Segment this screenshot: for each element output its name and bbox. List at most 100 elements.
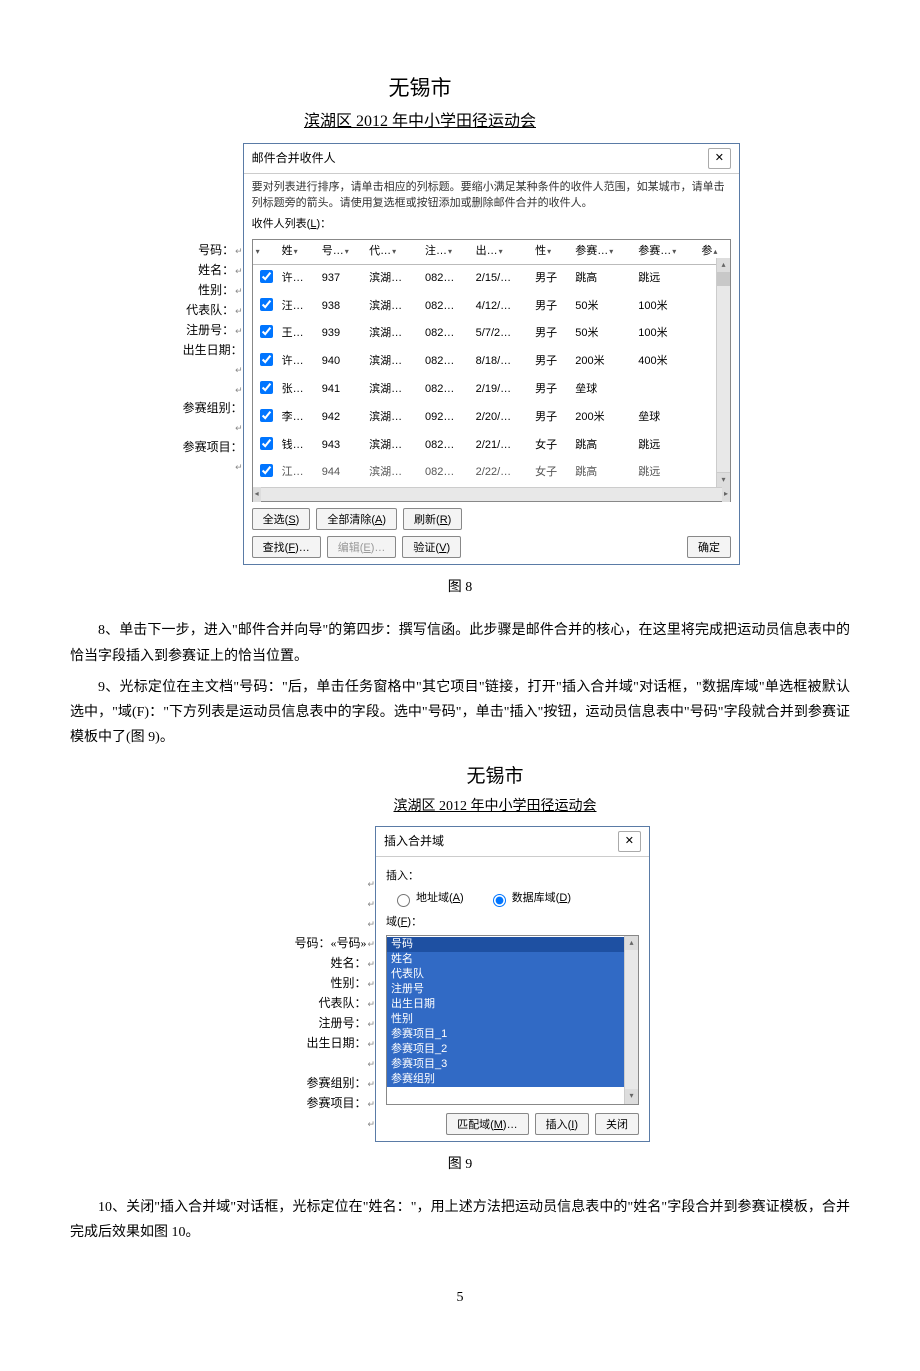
figure-9-caption: 图 9 <box>70 1152 850 1177</box>
vertical-scrollbar[interactable]: ▴ ▾ <box>716 258 730 487</box>
radio-address-field[interactable]: 地址域(A) <box>392 889 464 909</box>
scroll-right-icon[interactable]: ▸ <box>722 487 730 501</box>
row-checkbox-cell[interactable] <box>253 293 279 321</box>
list-item[interactable]: 注册号 <box>387 982 638 997</box>
match-fields-button[interactable]: 匹配域(M)… <box>446 1113 529 1135</box>
radio-address-input[interactable] <box>397 894 410 907</box>
row-checkbox[interactable] <box>260 464 273 477</box>
cell: 938 <box>319 293 366 321</box>
recipient-table: ▾ 姓▾ 号…▾ 代…▾ 注…▾ 出…▾ 性▾ 参赛…▾ 参赛…▾ 参▴ <box>252 239 731 502</box>
row-checkbox[interactable] <box>260 353 273 366</box>
table-row[interactable]: 江…944滨湖…082…2/22/…女子跳高跳远 <box>253 459 730 487</box>
cell: 5/7/2… <box>473 320 532 348</box>
table-row[interactable]: 张…941滨湖…082…2/19/…男子垒球 <box>253 376 730 404</box>
row-checkbox-cell[interactable] <box>253 264 279 292</box>
radio-database-field[interactable]: 数据库域(D) <box>488 889 571 909</box>
label-group: 参赛组别： <box>265 1074 375 1094</box>
spacer <box>265 914 375 934</box>
col-birth[interactable]: 出…▾ <box>473 240 532 264</box>
horizontal-scrollbar[interactable]: ◂ ▸ <box>253 487 730 501</box>
cell: 张… <box>279 376 319 404</box>
list-item[interactable]: 参赛项目_2 <box>387 1042 638 1057</box>
col-gender[interactable]: 性▾ <box>532 240 572 264</box>
list-item[interactable]: 出生日期 <box>387 997 638 1012</box>
list-item[interactable]: 代表队 <box>387 967 638 982</box>
table-row[interactable]: 许…937滨湖…082…2/15/…男子跳高跳远 <box>253 264 730 292</box>
template-field-labels: 号码：«号码» 姓名： 性别： 代表队： 注册号： 出生日期： 参赛组别： 参赛… <box>265 826 375 1134</box>
list-item[interactable]: 姓名 <box>387 952 638 967</box>
row-checkbox-cell[interactable] <box>253 348 279 376</box>
cell: 092… <box>422 404 473 432</box>
spacer <box>265 894 375 914</box>
template-field-labels: 号码： 姓名： 性别： 代表队： 注册号： 出生日期： 参赛组别： 参赛项目： <box>180 143 243 477</box>
list-item[interactable]: 参赛组别 <box>387 1072 638 1087</box>
col-number[interactable]: 号…▾ <box>319 240 366 264</box>
scroll-thumb[interactable] <box>717 272 730 286</box>
radio-db-input[interactable] <box>493 894 506 907</box>
row-checkbox[interactable] <box>260 325 273 338</box>
cell: 8/18/… <box>473 348 532 376</box>
col-event2[interactable]: 参赛…▾ <box>635 240 698 264</box>
row-checkbox-cell[interactable] <box>253 432 279 460</box>
cell: 跳远 <box>635 264 698 292</box>
table-row[interactable]: 王…939滨湖…082…5/7/2…男子50米100米 <box>253 320 730 348</box>
col-regno[interactable]: 注…▾ <box>422 240 473 264</box>
find-button[interactable]: 查找(F)… <box>252 536 321 558</box>
table-row[interactable]: 汪…938滨湖…082…4/12/…男子50米100米 <box>253 293 730 321</box>
refresh-button[interactable]: 刷新(R) <box>403 508 462 530</box>
close-icon[interactable]: ✕ <box>618 831 641 853</box>
cell: 2/20/… <box>473 404 532 432</box>
list-item[interactable]: 参赛项目_3 <box>387 1057 638 1072</box>
cell: 100米 <box>635 293 698 321</box>
table-row[interactable]: 李…942滨湖…092…2/20/…男子200米垒球 <box>253 404 730 432</box>
col-name[interactable]: 姓▾ <box>279 240 319 264</box>
row-checkbox[interactable] <box>260 381 273 394</box>
row-checkbox[interactable] <box>260 409 273 422</box>
cell: 2/21/… <box>473 432 532 460</box>
list-item[interactable]: 性别 <box>387 1012 638 1027</box>
row-checkbox[interactable] <box>260 270 273 283</box>
cell: 王… <box>279 320 319 348</box>
row-checkbox-cell[interactable] <box>253 459 279 487</box>
scroll-down-icon[interactable]: ▾ <box>717 472 730 487</box>
cell: 50米 <box>572 320 635 348</box>
close-button[interactable]: 关闭 <box>595 1113 639 1135</box>
label-regno: 注册号： <box>265 1014 375 1034</box>
close-icon[interactable]: ✕ <box>708 148 731 170</box>
row-checkbox-cell[interactable] <box>253 320 279 348</box>
row-checkbox[interactable] <box>260 437 273 450</box>
insert-button[interactable]: 插入(I) <box>535 1113 589 1135</box>
dialog-title: 邮件合并收件人 <box>252 148 336 170</box>
cell: 跳高 <box>572 459 635 487</box>
cell: 940 <box>319 348 366 376</box>
label-number-merged: 号码：«号码» <box>265 934 375 954</box>
cell: 滨湖… <box>366 459 422 487</box>
clear-all-button[interactable]: 全部清除(A) <box>316 508 397 530</box>
scroll-up-icon[interactable]: ▴ <box>625 936 638 950</box>
col-team[interactable]: 代…▾ <box>366 240 422 264</box>
fields-listbox[interactable]: 号码姓名代表队注册号出生日期性别参赛项目_1参赛项目_2参赛项目_3参赛组别 ▴… <box>386 935 639 1105</box>
col-checkbox[interactable]: ▾ <box>253 240 279 264</box>
doc-title-block: 无锡市 滨湖区 2012 年中小学田径运动会 <box>365 760 625 819</box>
cell: 943 <box>319 432 366 460</box>
list-item[interactable]: 参赛项目_1 <box>387 1027 638 1042</box>
scroll-left-icon[interactable]: ◂ <box>253 487 261 501</box>
listbox-scrollbar[interactable]: ▴ ▾ <box>624 936 638 1104</box>
cell: 50米 <box>572 293 635 321</box>
table-row[interactable]: 钱…943滨湖…082…2/21/…女子跳高跳远 <box>253 432 730 460</box>
list-item[interactable]: 号码 <box>387 937 638 952</box>
row-checkbox-cell[interactable] <box>253 376 279 404</box>
cell: 江… <box>279 459 319 487</box>
cell: 跳远 <box>635 459 698 487</box>
doc-title-city: 无锡市 <box>365 760 625 794</box>
label-number: 号码： <box>180 241 243 261</box>
row-checkbox[interactable] <box>260 298 273 311</box>
validate-button[interactable]: 验证(V) <box>402 536 461 558</box>
cell: 082… <box>422 348 473 376</box>
scroll-down-icon[interactable]: ▾ <box>625 1089 638 1103</box>
table-row[interactable]: 许…940滨湖…082…8/18/…男子200米400米 <box>253 348 730 376</box>
row-checkbox-cell[interactable] <box>253 404 279 432</box>
select-all-button[interactable]: 全选(S) <box>252 508 311 530</box>
ok-button[interactable]: 确定 <box>687 536 731 558</box>
col-event1[interactable]: 参赛…▾ <box>572 240 635 264</box>
